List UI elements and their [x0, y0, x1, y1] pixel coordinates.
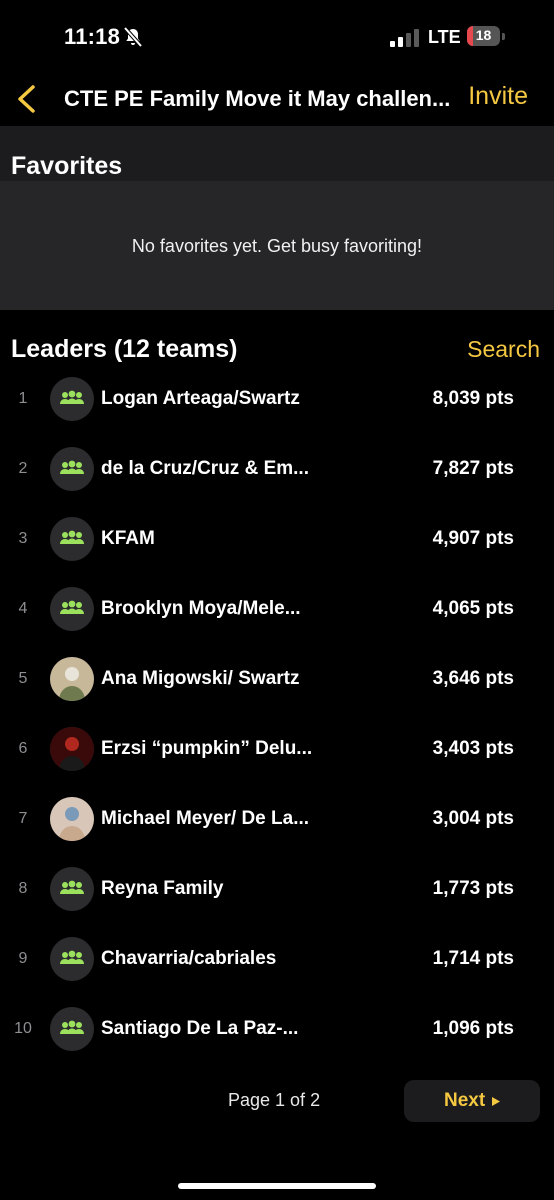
favorites-empty-text: No favorites yet. Get busy favoriting! [131, 236, 423, 256]
avatar-photo [50, 657, 94, 701]
back-chevron-icon[interactable] [14, 84, 40, 114]
leaderboard-row[interactable]: 1 Logan Arteaga/Swartz 8,039 pts [0, 366, 554, 436]
team-name: Logan Arteaga/Swartz [101, 388, 300, 409]
navigation-bar: CTE PE Family Move it May challen... Inv… [0, 76, 554, 126]
team-icon [50, 447, 94, 491]
favorites-empty-panel: No favorites yet. Get busy favoriting! [0, 181, 554, 310]
team-points: 3,646 pts [432, 668, 514, 689]
team-name: Ana Migowski/ Swartz [101, 668, 300, 689]
status-time: 11:18 [64, 24, 121, 49]
team-icon [50, 867, 94, 911]
network-type: LTE [428, 27, 461, 47]
leaderboard-row[interactable]: 6 Erzsi “pumpkin” Delu... 3,403 pts [0, 716, 554, 786]
rank-number: 7 [18, 810, 28, 827]
status-bar: 11:18 LTE 18 [0, 0, 554, 76]
bell-slash-icon [123, 26, 143, 48]
leaderboard-row[interactable]: 3 KFAM 4,907 pts [0, 506, 554, 576]
team-points: 1,773 pts [432, 878, 514, 899]
team-name: Chavarria/cabriales [101, 948, 277, 969]
avatar-photo [50, 727, 94, 771]
team-points: 7,827 pts [432, 458, 514, 479]
team-points: 4,065 pts [432, 598, 514, 619]
rank-number: 3 [18, 530, 28, 547]
rank-number: 2 [18, 460, 28, 477]
team-points: 3,403 pts [432, 738, 514, 759]
team-icon [50, 937, 94, 981]
cellular-signal-icon [390, 29, 419, 47]
team-name: KFAM [101, 528, 155, 549]
team-icon [50, 587, 94, 631]
avatar-photo [50, 797, 94, 841]
team-name: de la Cruz/Cruz & Em... [101, 458, 309, 479]
home-indicator[interactable] [178, 1183, 376, 1189]
leaderboard-row[interactable]: 2 de la Cruz/Cruz & Em... 7,827 pts [0, 436, 554, 506]
team-points: 1,096 pts [432, 1018, 514, 1039]
rank-number: 4 [18, 600, 28, 617]
rank-number: 1 [18, 390, 28, 407]
next-page-button[interactable]: Next [404, 1080, 540, 1122]
battery-icon: 18 [467, 26, 507, 48]
leaders-title: Leaders (12 teams) [11, 335, 238, 363]
battery-percent: 18 [475, 27, 492, 43]
team-name: Santiago De La Paz-... [101, 1018, 299, 1039]
team-points: 8,039 pts [432, 388, 514, 409]
page-indicator: Page 1 of 2 [228, 1090, 321, 1110]
team-icon [50, 1007, 94, 1051]
rank-number: 10 [14, 1020, 32, 1037]
leaderboard-row[interactable]: 4 Brooklyn Moya/Mele... 4,065 pts [0, 576, 554, 646]
team-name: Erzsi “pumpkin” Delu... [101, 738, 313, 759]
leaderboard-row[interactable]: 7 Michael Meyer/ De La... 3,004 pts [0, 786, 554, 856]
favorites-title: Favorites [11, 152, 123, 180]
team-points: 4,907 pts [432, 528, 514, 549]
play-arrow-icon [492, 1097, 500, 1106]
rank-number: 6 [18, 740, 28, 757]
leaderboard-row[interactable]: 9 Chavarria/cabriales 1,714 pts [0, 926, 554, 996]
team-icon [50, 517, 94, 561]
next-label: Next [444, 1090, 486, 1111]
invite-button[interactable]: Invite [468, 82, 528, 111]
leaderboard-row[interactable]: 5 Ana Migowski/ Swartz 3,646 pts [0, 646, 554, 716]
leaderboard-row[interactable]: 8 Reyna Family 1,773 pts [0, 856, 554, 926]
rank-number: 5 [18, 670, 28, 687]
team-name: Brooklyn Moya/Mele... [101, 598, 301, 619]
rank-number: 8 [18, 880, 28, 897]
rank-number: 9 [18, 950, 28, 967]
team-icon [50, 377, 94, 421]
team-name: Reyna Family [101, 878, 224, 899]
favorites-header: Favorites [0, 126, 554, 181]
search-button[interactable]: Search [467, 336, 540, 363]
team-points: 1,714 pts [432, 948, 514, 969]
team-points: 3,004 pts [432, 808, 514, 829]
page-title: CTE PE Family Move it May challen... [64, 86, 451, 111]
team-name: Michael Meyer/ De La... [101, 808, 310, 829]
leaderboard-row[interactable]: 10 Santiago De La Paz-... 1,096 pts [0, 996, 554, 1066]
